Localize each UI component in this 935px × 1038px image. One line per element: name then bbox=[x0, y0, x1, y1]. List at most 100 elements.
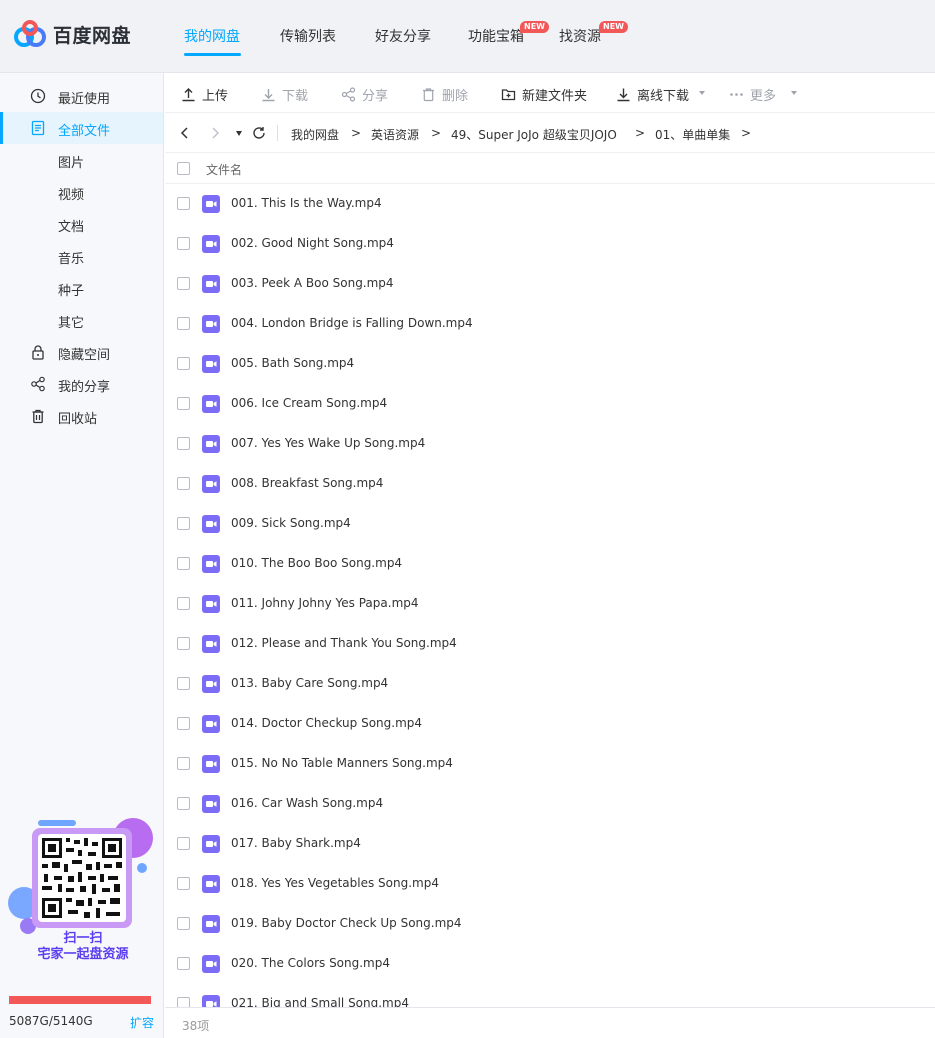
breadcrumb-item[interactable]: 49、Super JoJo 超级宝贝JOJO bbox=[451, 126, 617, 143]
file-name[interactable]: 013. Baby Care Song.mp4 bbox=[231, 676, 388, 690]
row-checkbox[interactable] bbox=[177, 677, 190, 690]
file-row[interactable]: 017. Baby Shark.mp4 bbox=[165, 824, 935, 864]
sidebar-item-my-shares[interactable]: 我的分享 bbox=[0, 368, 163, 400]
file-name[interactable]: 012. Please and Thank You Song.mp4 bbox=[231, 636, 457, 650]
file-row[interactable]: 011. Johny Johny Yes Papa.mp4 bbox=[165, 584, 935, 624]
file-name[interactable]: 018. Yes Yes Vegetables Song.mp4 bbox=[231, 876, 439, 890]
file-row[interactable]: 019. Baby Doctor Check Up Song.mp4 bbox=[165, 904, 935, 944]
nav-friend-share[interactable]: 好友分享 bbox=[375, 26, 431, 46]
file-name[interactable]: 017. Baby Shark.mp4 bbox=[231, 836, 361, 850]
file-row[interactable]: 006. Ice Cream Song.mp4 bbox=[165, 384, 935, 424]
file-row[interactable]: 001. This Is the Way.mp4 bbox=[165, 184, 935, 224]
file-row[interactable]: 005. Bath Song.mp4 bbox=[165, 344, 935, 384]
row-checkbox[interactable] bbox=[177, 997, 190, 1007]
file-row[interactable]: 007. Yes Yes Wake Up Song.mp4 bbox=[165, 424, 935, 464]
file-name[interactable]: 021. Big and Small Song.mp4 bbox=[231, 996, 409, 1007]
row-checkbox[interactable] bbox=[177, 917, 190, 930]
upload-button[interactable]: 上传 bbox=[181, 85, 228, 104]
row-checkbox[interactable] bbox=[177, 357, 190, 370]
back-arrow-icon[interactable] bbox=[179, 126, 191, 140]
file-name[interactable]: 010. The Boo Boo Song.mp4 bbox=[231, 556, 402, 570]
file-row[interactable]: 009. Sick Song.mp4 bbox=[165, 504, 935, 544]
file-row[interactable]: 010. The Boo Boo Song.mp4 bbox=[165, 544, 935, 584]
refresh-icon[interactable] bbox=[252, 126, 266, 140]
offline-download-button[interactable]: 离线下载 bbox=[616, 85, 689, 104]
file-name[interactable]: 001. This Is the Way.mp4 bbox=[231, 196, 382, 210]
file-row[interactable]: 021. Big and Small Song.mp4 bbox=[165, 984, 935, 1007]
forward-arrow-icon[interactable] bbox=[209, 126, 221, 140]
row-checkbox[interactable] bbox=[177, 717, 190, 730]
row-checkbox[interactable] bbox=[177, 837, 190, 850]
file-name[interactable]: 002. Good Night Song.mp4 bbox=[231, 236, 394, 250]
file-name[interactable]: 007. Yes Yes Wake Up Song.mp4 bbox=[231, 436, 425, 450]
sidebar-item-all-files[interactable]: 全部文件 bbox=[0, 112, 163, 144]
file-row[interactable]: 012. Please and Thank You Song.mp4 bbox=[165, 624, 935, 664]
sidebar-item-torrents[interactable]: 种子 bbox=[0, 272, 163, 304]
breadcrumb-item[interactable]: 英语资源 bbox=[371, 126, 419, 143]
file-name[interactable]: 020. The Colors Song.mp4 bbox=[231, 956, 390, 970]
expand-storage-link[interactable]: 扩容 bbox=[130, 1014, 154, 1031]
download-button[interactable]: 下载 bbox=[261, 85, 308, 104]
nav-transfer-list[interactable]: 传输列表 bbox=[280, 26, 336, 46]
file-name[interactable]: 014. Doctor Checkup Song.mp4 bbox=[231, 716, 422, 730]
breadcrumb-item[interactable]: 我的网盘 bbox=[291, 126, 339, 143]
file-row[interactable]: 018. Yes Yes Vegetables Song.mp4 bbox=[165, 864, 935, 904]
breadcrumb-item[interactable]: 01、单曲单集 bbox=[655, 126, 730, 143]
file-row[interactable]: 008. Breakfast Song.mp4 bbox=[165, 464, 935, 504]
file-name[interactable]: 004. London Bridge is Falling Down.mp4 bbox=[231, 316, 473, 330]
column-header-filename[interactable]: 文件名 bbox=[206, 161, 242, 178]
row-checkbox[interactable] bbox=[177, 637, 190, 650]
sidebar-item-recycle-bin[interactable]: 回收站 bbox=[0, 400, 163, 432]
file-name[interactable]: 005. Bath Song.mp4 bbox=[231, 356, 354, 370]
sidebar-item-music[interactable]: 音乐 bbox=[0, 240, 163, 272]
file-name[interactable]: 003. Peek A Boo Song.mp4 bbox=[231, 276, 394, 290]
row-checkbox[interactable] bbox=[177, 517, 190, 530]
row-checkbox[interactable] bbox=[177, 557, 190, 570]
file-row[interactable]: 002. Good Night Song.mp4 bbox=[165, 224, 935, 264]
file-row[interactable]: 020. The Colors Song.mp4 bbox=[165, 944, 935, 984]
row-checkbox[interactable] bbox=[177, 317, 190, 330]
nav-find-resources[interactable]: 找资源 bbox=[559, 26, 601, 46]
sidebar-item-hidden-space[interactable]: 隐藏空间 bbox=[0, 336, 163, 368]
share-button[interactable]: 分享 bbox=[341, 85, 388, 104]
promo-text[interactable]: 扫一扫 宅家一起盘资源 bbox=[8, 931, 158, 963]
file-row[interactable]: 015. No No Table Manners Song.mp4 bbox=[165, 744, 935, 784]
file-name[interactable]: 008. Breakfast Song.mp4 bbox=[231, 476, 383, 490]
select-all-checkbox[interactable] bbox=[177, 162, 190, 175]
row-checkbox[interactable] bbox=[177, 877, 190, 890]
row-checkbox[interactable] bbox=[177, 597, 190, 610]
sidebar-item-documents[interactable]: 文档 bbox=[0, 208, 163, 240]
sidebar-item-other[interactable]: 其它 bbox=[0, 304, 163, 336]
file-row[interactable]: 004. London Bridge is Falling Down.mp4 bbox=[165, 304, 935, 344]
file-name[interactable]: 009. Sick Song.mp4 bbox=[231, 516, 351, 530]
row-checkbox[interactable] bbox=[177, 437, 190, 450]
file-name[interactable]: 011. Johny Johny Yes Papa.mp4 bbox=[231, 596, 419, 610]
file-row[interactable]: 003. Peek A Boo Song.mp4 bbox=[165, 264, 935, 304]
file-row[interactable]: 014. Doctor Checkup Song.mp4 bbox=[165, 704, 935, 744]
row-checkbox[interactable] bbox=[177, 797, 190, 810]
sidebar-item-images[interactable]: 图片 bbox=[0, 144, 163, 176]
chevron-down-icon[interactable] bbox=[699, 91, 705, 95]
row-checkbox[interactable] bbox=[177, 277, 190, 290]
file-name[interactable]: 016. Car Wash Song.mp4 bbox=[231, 796, 383, 810]
row-checkbox[interactable] bbox=[177, 477, 190, 490]
file-row[interactable]: 013. Baby Care Song.mp4 bbox=[165, 664, 935, 704]
chevron-down-icon[interactable] bbox=[791, 91, 797, 95]
file-name[interactable]: 006. Ice Cream Song.mp4 bbox=[231, 396, 387, 410]
row-checkbox[interactable] bbox=[177, 197, 190, 210]
row-checkbox[interactable] bbox=[177, 237, 190, 250]
history-dropdown-icon[interactable] bbox=[236, 131, 242, 136]
row-checkbox[interactable] bbox=[177, 397, 190, 410]
app-logo[interactable]: 百度网盘 bbox=[13, 19, 133, 49]
row-checkbox[interactable] bbox=[177, 957, 190, 970]
row-checkbox[interactable] bbox=[177, 757, 190, 770]
file-row[interactable]: 016. Car Wash Song.mp4 bbox=[165, 784, 935, 824]
nav-toolbox[interactable]: 功能宝箱 bbox=[468, 26, 524, 46]
new-folder-button[interactable]: 新建文件夹 bbox=[501, 85, 587, 104]
file-name[interactable]: 015. No No Table Manners Song.mp4 bbox=[231, 756, 453, 770]
delete-button[interactable]: 删除 bbox=[421, 85, 468, 104]
nav-my-disk[interactable]: 我的网盘 bbox=[184, 26, 240, 46]
sidebar-item-recent[interactable]: 最近使用 bbox=[0, 80, 163, 112]
more-button[interactable]: 更多 bbox=[729, 85, 776, 104]
file-name[interactable]: 019. Baby Doctor Check Up Song.mp4 bbox=[231, 916, 462, 930]
